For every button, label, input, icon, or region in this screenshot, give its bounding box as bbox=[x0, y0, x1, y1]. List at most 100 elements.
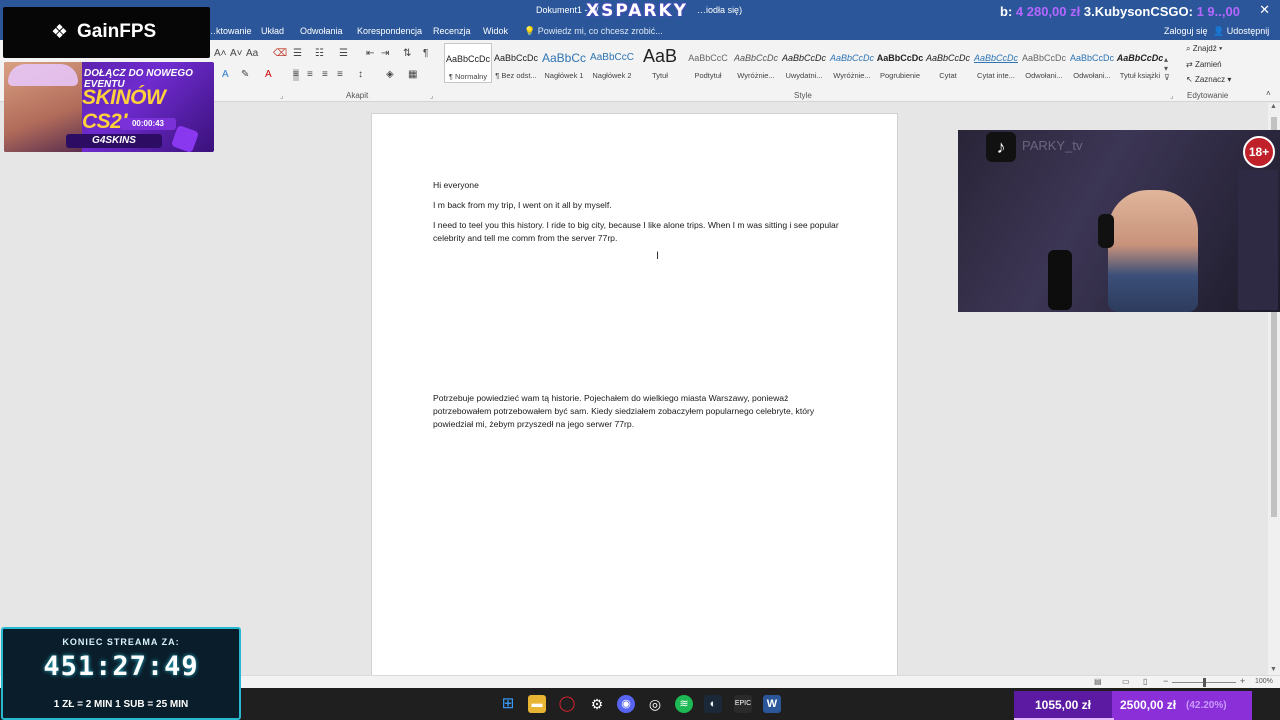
justify-icon[interactable]: ≡ bbox=[337, 69, 343, 81]
read-mode-icon[interactable]: ▤ bbox=[1094, 677, 1102, 686]
tab-references[interactable]: Odwołania bbox=[300, 26, 343, 36]
stream-countdown: KONIEC STREAMA ZA: 451:27:49 1 ZŁ = 2 MI… bbox=[1, 627, 241, 720]
paragraph-2: I m back from my trip, I went on it all … bbox=[433, 200, 612, 210]
share-label: Udostępnij bbox=[1226, 26, 1270, 36]
print-layout-icon[interactable]: ▭ bbox=[1122, 677, 1130, 686]
multilevel-list-icon[interactable]: ☰ bbox=[339, 48, 348, 60]
countdown-rates: 1 ZŁ = 2 MIN 1 SUB = 25 MIN bbox=[53, 699, 189, 710]
document-page[interactable]: Hi everyone I m back from my trip, I wen… bbox=[371, 113, 898, 678]
zoom-level[interactable]: 100% bbox=[1255, 678, 1273, 685]
tab-view[interactable]: Widok bbox=[483, 26, 508, 36]
align-right-icon[interactable]: ≡ bbox=[322, 69, 328, 81]
tab-mailings[interactable]: Korespondencja bbox=[357, 26, 422, 36]
style-heading-1[interactable]: AaBbCc Nagłówek 1 bbox=[540, 43, 588, 83]
style-subtle-reference[interactable]: AaBbCcDc Odwołani... bbox=[1020, 43, 1068, 83]
stream-stats: b: 4 280,00 zł 3.KubysonCSGO: 1 9..,00 bbox=[1000, 4, 1240, 19]
tab-review[interactable]: Recenzja bbox=[433, 26, 471, 36]
style-strong[interactable]: AaBbCcDc Pogrubienie bbox=[876, 43, 924, 83]
stats-csgo-value: 1 9..,00 bbox=[1196, 4, 1240, 19]
highlight-icon[interactable]: ✎ bbox=[241, 69, 249, 81]
stats-b-value: 4 280,00 zł bbox=[1015, 4, 1081, 19]
replace-icon: ⇄ bbox=[1186, 60, 1195, 69]
bullets-icon[interactable]: ☰ bbox=[293, 48, 302, 60]
word-icon[interactable]: W bbox=[763, 695, 781, 713]
style-subtle-emphasis[interactable]: AaBbCcDc Wyróżnie... bbox=[732, 43, 780, 83]
select-button[interactable]: ↖ Zaznacz ▾ bbox=[1186, 75, 1231, 84]
zoom-in-button[interactable]: + bbox=[1240, 676, 1245, 686]
increase-indent-icon[interactable]: ⇥ bbox=[381, 48, 389, 60]
webcam-feed: ♪ PARKY_tv 18+ bbox=[958, 130, 1280, 312]
tab-layout[interactable]: Układ bbox=[261, 26, 284, 36]
stats-b-label: b: bbox=[1000, 4, 1013, 19]
align-left-icon[interactable]: ≡ bbox=[293, 69, 299, 81]
paragraph-dialog-launcher-icon[interactable]: ⌟ bbox=[430, 92, 433, 100]
opera-icon[interactable]: ◯ bbox=[558, 695, 576, 713]
numbering-icon[interactable]: ☷ bbox=[315, 48, 324, 60]
styles-dialog-launcher-icon[interactable]: ⌟ bbox=[1170, 92, 1173, 100]
search-icon: ⌕ bbox=[1186, 44, 1193, 53]
paragraph-group-label: Akapit bbox=[346, 91, 369, 100]
clear-formatting-icon[interactable]: ⌫ bbox=[273, 48, 287, 60]
web-layout-icon[interactable]: ▯ bbox=[1143, 677, 1147, 686]
replace-button[interactable]: ⇄ Zamień bbox=[1186, 60, 1222, 69]
sign-in-link[interactable]: Zaloguj się bbox=[1164, 26, 1208, 36]
gainfps-brand: GainFPS bbox=[77, 21, 157, 42]
gamepad-icon: ❖ bbox=[51, 22, 69, 43]
find-button[interactable]: ⌕ Znajdź ▾ bbox=[1186, 44, 1222, 54]
streamer bbox=[1108, 190, 1198, 312]
share-button[interactable]: 👤 Udostępnij bbox=[1213, 26, 1269, 37]
shading-icon[interactable]: ◈ bbox=[386, 69, 394, 81]
zoom-out-button[interactable]: − bbox=[1163, 676, 1168, 686]
font-color-icon[interactable]: A bbox=[265, 69, 272, 81]
style-emphasis[interactable]: AaBbCcDc Uwydatni... bbox=[780, 43, 828, 83]
steam-icon[interactable]: ◐ bbox=[704, 695, 722, 713]
donation-target: 2500,00 zł bbox=[1120, 698, 1177, 712]
show-marks-icon[interactable]: ¶ bbox=[423, 48, 428, 60]
headphones-icon bbox=[1098, 214, 1114, 248]
tiktok-icon: ♪ bbox=[986, 132, 1016, 162]
font-shrink-icon[interactable]: A˅ bbox=[230, 48, 243, 60]
style-intense-emphasis[interactable]: AaBbCcDc Wyróżnie... bbox=[828, 43, 876, 83]
style-no-spacing[interactable]: AaBbCcDc ¶ Bez odst... bbox=[492, 43, 540, 83]
style-quote[interactable]: AaBbCcDc Cytat bbox=[924, 43, 972, 83]
align-center-icon[interactable]: ≡ bbox=[307, 69, 313, 81]
tab-design[interactable]: …ktowanie bbox=[207, 26, 252, 36]
borders-icon[interactable]: ▦ bbox=[408, 69, 417, 81]
stream-watermark: XSPARKY bbox=[586, 1, 688, 21]
paragraph-4: Potrzebuje powiedzieć wam tą historie. P… bbox=[433, 393, 815, 429]
styles-gallery: AaBbCcDc ¶ Normalny AaBbCcDc ¶ Bez odst...… bbox=[444, 43, 1164, 85]
spotify-icon[interactable]: ≋ bbox=[675, 695, 693, 713]
style-normal[interactable]: AaBbCcDc ¶ Normalny bbox=[444, 43, 492, 83]
scroll-up-icon[interactable]: ▲ bbox=[1270, 103, 1277, 110]
text-effects-icon[interactable]: A bbox=[222, 69, 229, 81]
countdown-time: 451:27:49 bbox=[43, 651, 199, 682]
change-case-icon[interactable]: Aa bbox=[246, 48, 258, 60]
epic-games-icon[interactable]: EPIC bbox=[734, 695, 752, 713]
style-intense-reference[interactable]: AaBbCcDc Odwołani... bbox=[1068, 43, 1116, 83]
gallery-more-icon[interactable]: ▴ ▾ ⊽ bbox=[1164, 55, 1170, 82]
scroll-down-icon[interactable]: ▼ bbox=[1270, 666, 1277, 673]
user-icon: 👤 bbox=[1213, 26, 1225, 36]
discord-icon[interactable]: ◉ bbox=[617, 695, 635, 713]
windows-start-icon[interactable]: ⊞ bbox=[499, 695, 517, 713]
style-subtitle[interactable]: AaBbCcC Podtytuł bbox=[684, 43, 732, 83]
line-spacing-icon[interactable]: ↕ bbox=[358, 69, 363, 81]
font-dialog-launcher-icon[interactable]: ⌟ bbox=[280, 92, 283, 100]
font-grow-icon[interactable]: A˄ bbox=[214, 48, 227, 60]
style-book-title[interactable]: AaBbCcDc Tytuł książki bbox=[1116, 43, 1164, 83]
style-intense-quote[interactable]: AaBbCcDc Cytat inte... bbox=[972, 43, 1020, 83]
obs-icon[interactable]: ◎ bbox=[646, 695, 664, 713]
tell-me-search[interactable]: 💡 Powiedz mi, co chcesz zrobić... bbox=[524, 26, 663, 37]
style-heading-2[interactable]: AaBbCcC Nagłówek 2 bbox=[588, 43, 636, 83]
decrease-indent-icon[interactable]: ⇤ bbox=[366, 48, 374, 60]
file-explorer-icon[interactable]: ▬ bbox=[528, 695, 546, 713]
paragraph-3: I need to teel you this history. I ride … bbox=[433, 220, 839, 243]
gainfps-logo: ❖ GainFPS bbox=[3, 7, 210, 58]
collapse-ribbon-icon[interactable]: ˄ bbox=[1266, 88, 1271, 100]
settings-gear-icon[interactable]: ⚙ bbox=[588, 695, 606, 713]
editing-group-label: Edytowanie bbox=[1187, 91, 1229, 100]
style-title[interactable]: AaB Tytuł bbox=[636, 43, 684, 83]
close-icon[interactable]: ✕ bbox=[1259, 2, 1270, 18]
sort-icon[interactable]: ⇅ bbox=[403, 48, 411, 60]
zoom-slider-thumb[interactable] bbox=[1203, 678, 1206, 687]
